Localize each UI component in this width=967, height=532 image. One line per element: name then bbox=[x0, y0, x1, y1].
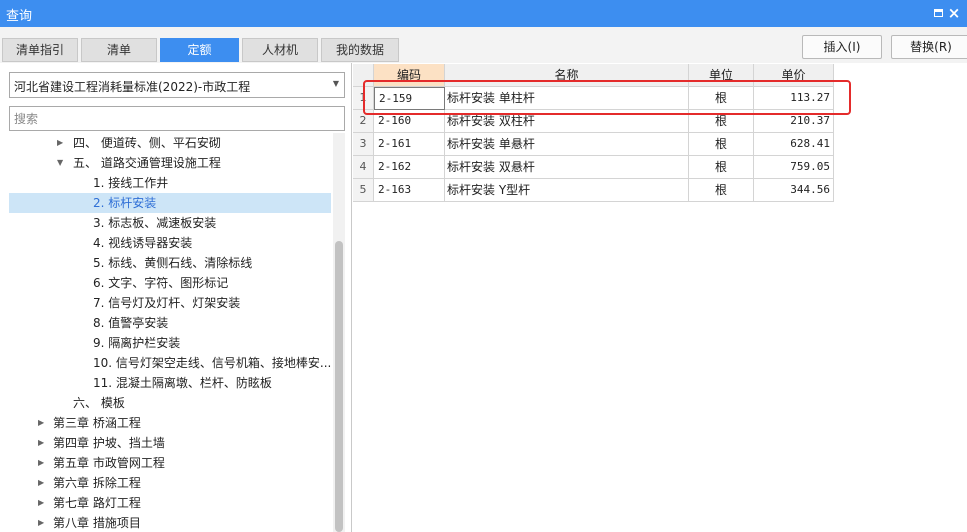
caret-right-icon[interactable]: ▶ bbox=[38, 433, 44, 453]
cell-price[interactable]: 113.27 bbox=[754, 87, 834, 110]
tree-item-label: 3. 标志板、减速板安装 bbox=[93, 216, 217, 230]
column-header-unit[interactable]: 单位 bbox=[689, 64, 754, 87]
tree-item-label: 7. 信号灯及灯杆、灯架安装 bbox=[93, 296, 241, 310]
cell-name[interactable]: 标杆安装 单柱杆 bbox=[445, 87, 689, 110]
tree-item[interactable]: 5. 标线、黄侧石线、清除标线 bbox=[9, 253, 331, 273]
tree-item-label: 四、 便道砖、侧、平石安砌 bbox=[73, 136, 221, 150]
tree-item-label: 4. 视线诱导器安装 bbox=[93, 236, 193, 250]
cell-unit[interactable]: 根 bbox=[689, 179, 754, 202]
cell-unit[interactable]: 根 bbox=[689, 110, 754, 133]
cell-price[interactable]: 344.56 bbox=[754, 179, 834, 202]
column-header-name[interactable]: 名称 bbox=[445, 64, 689, 87]
tree-item[interactable]: 6. 文字、字符、图形标记 bbox=[9, 273, 331, 293]
tree-item[interactable]: ▶ 第三章 桥涵工程 bbox=[9, 413, 331, 433]
cell-name[interactable]: 标杆安装 双柱杆 bbox=[445, 110, 689, 133]
cell-price[interactable]: 210.37 bbox=[754, 110, 834, 133]
row-number: 1 bbox=[353, 87, 374, 110]
tree-item-label: 1. 接线工作井 bbox=[93, 176, 169, 190]
cell-unit[interactable]: 根 bbox=[689, 87, 754, 110]
tree-item[interactable]: 11. 混凝土隔离墩、栏杆、防眩板 bbox=[9, 373, 331, 393]
chapter-tree: ▶ 四、 便道砖、侧、平石安砌 ▼ 五、 道路交通管理设施工程 1. 接线工作井 2. 标… bbox=[9, 133, 331, 532]
row-number: 2 bbox=[353, 110, 374, 133]
tree-item-label: 六、 模板 bbox=[73, 396, 125, 410]
tree-item[interactable]: 8. 值警亭安装 bbox=[9, 313, 331, 333]
results-panel: 编码 名称 单位 单价 1 2-159 标杆安装 单柱杆根 113.27 2 2-160 标… bbox=[353, 63, 967, 532]
caret-right-icon[interactable]: ▶ bbox=[38, 453, 44, 473]
tree-item[interactable]: 2. 标杆安装 bbox=[9, 193, 331, 213]
tree-item[interactable]: ▼ 五、 道路交通管理设施工程 bbox=[9, 153, 331, 173]
cell-name[interactable]: 标杆安装 单悬杆 bbox=[445, 133, 689, 156]
replace-button[interactable]: 替换(R) bbox=[891, 35, 967, 59]
caret-right-icon[interactable]: ▶ bbox=[57, 133, 63, 153]
cell-name[interactable]: 标杆安装 双悬杆 bbox=[445, 156, 689, 179]
cell-price[interactable]: 759.05 bbox=[754, 156, 834, 179]
tree-item[interactable]: ▶ 第四章 护坡、挡土墙 bbox=[9, 433, 331, 453]
standard-select[interactable]: 河北省建设工程消耗量标准(2022)-市政工程 ▼ bbox=[9, 72, 345, 98]
tree-item-label: 第八章 措施项目 bbox=[53, 516, 141, 530]
caret-down-icon[interactable]: ▼ bbox=[57, 153, 63, 173]
tab-qingdan[interactable]: 清单 bbox=[81, 38, 157, 62]
tree-item-label: 第四章 护坡、挡土墙 bbox=[53, 436, 165, 450]
tree-item[interactable]: 六、 模板 bbox=[9, 393, 331, 413]
row-number: 5 bbox=[353, 179, 374, 202]
chevron-down-icon: ▼ bbox=[332, 79, 339, 88]
tree-item-label: 9. 隔离护栏安装 bbox=[93, 336, 181, 350]
tree-item[interactable]: 1. 接线工作井 bbox=[9, 173, 331, 193]
insert-button[interactable]: 插入(I) bbox=[802, 35, 882, 59]
caret-right-icon[interactable]: ▶ bbox=[38, 473, 44, 493]
column-header-price[interactable]: 单价 bbox=[754, 64, 834, 87]
tree-item[interactable]: 10. 信号灯架空走线、信号机箱、接地棒安... bbox=[9, 353, 331, 373]
tree-item-label: 5. 标线、黄侧石线、清除标线 bbox=[93, 256, 253, 270]
tab-dinge[interactable]: 定额 bbox=[160, 38, 239, 62]
tab-qingdan-zhiyin[interactable]: 清单指引 bbox=[2, 38, 78, 62]
tree-item[interactable]: ▶ 第七章 路灯工程 bbox=[9, 493, 331, 513]
tree-item-label: 11. 混凝土隔离墩、栏杆、防眩板 bbox=[93, 376, 272, 390]
title-bar: 查询 × bbox=[0, 0, 967, 27]
tree-item[interactable]: ▶ 第五章 市政管网工程 bbox=[9, 453, 331, 473]
column-header-code[interactable]: 编码 bbox=[374, 64, 445, 87]
close-icon[interactable]: × bbox=[945, 4, 963, 22]
tree-item-label: 五、 道路交通管理设施工程 bbox=[73, 156, 221, 170]
cell-code[interactable]: 2-161 bbox=[374, 133, 445, 156]
tab-rencaiji[interactable]: 人材机 bbox=[242, 38, 318, 62]
left-panel: 河北省建设工程消耗量标准(2022)-市政工程 ▼ ▶ 四、 便道砖、侧、平石安砌… bbox=[0, 63, 352, 532]
search-input[interactable] bbox=[9, 106, 345, 131]
caret-right-icon[interactable]: ▶ bbox=[38, 513, 44, 532]
cell-code[interactable]: 2-160 bbox=[374, 110, 445, 133]
tree-item-label: 2. 标杆安装 bbox=[93, 196, 157, 210]
standard-select-value: 河北省建设工程消耗量标准(2022)-市政工程 bbox=[14, 80, 251, 94]
tree-scrollbar[interactable] bbox=[333, 133, 345, 532]
cell-unit[interactable]: 根 bbox=[689, 156, 754, 179]
row-number: 3 bbox=[353, 133, 374, 156]
tree-item[interactable]: ▶ 第六章 拆除工程 bbox=[9, 473, 331, 493]
cell-code[interactable]: 2-159 bbox=[374, 87, 445, 110]
caret-right-icon[interactable]: ▶ bbox=[38, 413, 44, 433]
cell-code[interactable]: 2-162 bbox=[374, 156, 445, 179]
scrollbar-thumb[interactable] bbox=[335, 241, 343, 532]
tree-item[interactable]: 4. 视线诱导器安装 bbox=[9, 233, 331, 253]
window-title: 查询 bbox=[6, 9, 33, 24]
tree-item[interactable]: ▶ 四、 便道砖、侧、平石安砌 bbox=[9, 133, 331, 153]
tab-my-data[interactable]: 我的数据 bbox=[321, 38, 399, 62]
cell-code[interactable]: 2-163 bbox=[374, 179, 445, 202]
tree-item-label: 6. 文字、字符、图形标记 bbox=[93, 276, 229, 290]
row-number: 4 bbox=[353, 156, 374, 179]
tree-item-label: 第六章 拆除工程 bbox=[53, 476, 141, 490]
cell-price[interactable]: 628.41 bbox=[754, 133, 834, 156]
tree-item-label: 10. 信号灯架空走线、信号机箱、接地棒安... bbox=[93, 356, 331, 370]
tree-item[interactable]: 7. 信号灯及灯杆、灯架安装 bbox=[9, 293, 331, 313]
tree-item[interactable]: 3. 标志板、减速板安装 bbox=[9, 213, 331, 233]
tree-item-label: 第五章 市政管网工程 bbox=[53, 456, 165, 470]
tree-item-label: 8. 值警亭安装 bbox=[93, 316, 169, 330]
row-number-header bbox=[353, 64, 374, 87]
tree-item[interactable]: 9. 隔离护栏安装 bbox=[9, 333, 331, 353]
cell-unit[interactable]: 根 bbox=[689, 133, 754, 156]
tree-item-label: 第三章 桥涵工程 bbox=[53, 416, 141, 430]
caret-right-icon[interactable]: ▶ bbox=[38, 493, 44, 513]
tree-item-label: 第七章 路灯工程 bbox=[53, 496, 141, 510]
tab-strip: 清单指引 清单 定额 人材机 我的数据 插入(I) 替换(R) bbox=[0, 27, 967, 63]
cell-name[interactable]: 标杆安装 Y型杆 bbox=[445, 179, 689, 202]
tree-item[interactable]: ▶ 第八章 措施项目 bbox=[9, 513, 331, 532]
